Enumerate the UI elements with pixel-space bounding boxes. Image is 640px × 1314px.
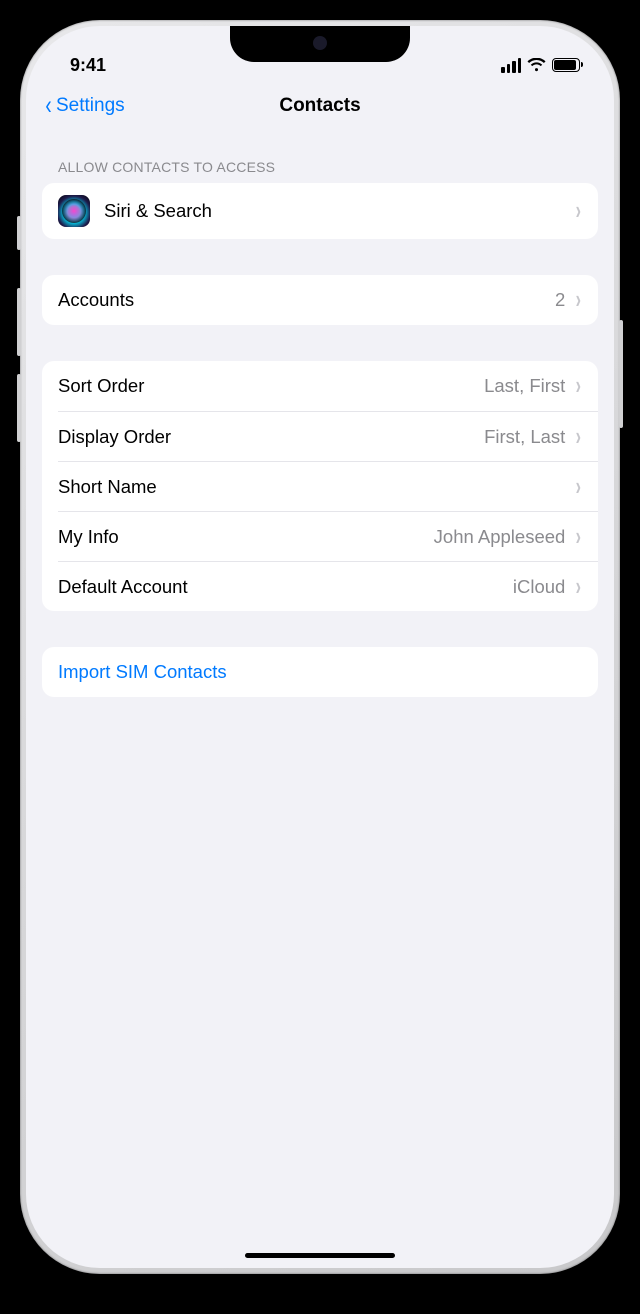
front-camera: [313, 36, 327, 50]
action-label: Import SIM Contacts: [58, 661, 582, 683]
chevron-right-icon: ›: [576, 574, 581, 600]
section-header-access: ALLOW CONTACTS TO ACCESS: [42, 133, 598, 183]
cell-label: Short Name: [58, 476, 565, 498]
cell-label: Default Account: [58, 576, 513, 598]
cell-value: iCloud: [513, 576, 565, 598]
cell-my-info[interactable]: My Info John Appleseed ›: [58, 511, 598, 561]
cell-value: 2: [555, 289, 565, 311]
cell-siri-search[interactable]: Siri & Search ›: [42, 183, 598, 239]
cell-label: Accounts: [58, 289, 555, 311]
chevron-right-icon: ›: [576, 373, 581, 399]
cell-label: Siri & Search: [104, 200, 575, 222]
cell-value: John Appleseed: [434, 526, 566, 548]
settings-content: ALLOW CONTACTS TO ACCESS Siri & Search ›…: [26, 133, 614, 697]
navigation-bar: ‹ Settings Contacts: [26, 82, 614, 133]
volume-down-button: [17, 374, 21, 442]
chevron-right-icon: ›: [576, 198, 581, 224]
chevron-right-icon: ›: [576, 287, 581, 313]
cell-accounts[interactable]: Accounts 2 ›: [42, 275, 598, 325]
siri-icon: [58, 195, 90, 227]
chevron-right-icon: ›: [576, 524, 581, 550]
cell-label: Sort Order: [58, 375, 484, 397]
cell-short-name[interactable]: Short Name ›: [58, 461, 598, 511]
cell-import-sim[interactable]: Import SIM Contacts: [42, 647, 598, 697]
cell-group-accounts: Accounts 2 ›: [42, 275, 598, 325]
screen: 9:41 ‹ Settings Contacts ALLOW CON: [26, 26, 614, 1268]
cell-default-account[interactable]: Default Account iCloud ›: [58, 561, 598, 611]
cell-value: First, Last: [484, 426, 565, 448]
cell-group-import: Import SIM Contacts: [42, 647, 598, 697]
cell-value: Last, First: [484, 375, 565, 397]
chevron-left-icon: ‹: [45, 92, 51, 119]
status-icons: [501, 58, 580, 73]
battery-icon: [552, 58, 580, 72]
notch: [230, 26, 410, 62]
wifi-icon: [527, 58, 546, 73]
cell-sort-order[interactable]: Sort Order Last, First ›: [42, 361, 598, 411]
cell-group-access: Siri & Search ›: [42, 183, 598, 239]
home-indicator[interactable]: [245, 1253, 395, 1258]
back-label: Settings: [56, 95, 125, 117]
chevron-right-icon: ›: [576, 424, 581, 450]
silence-switch: [17, 216, 21, 250]
power-button: [619, 320, 623, 428]
volume-up-button: [17, 288, 21, 356]
status-time: 9:41: [70, 55, 106, 76]
cell-label: Display Order: [58, 426, 484, 448]
cell-display-order[interactable]: Display Order First, Last ›: [58, 411, 598, 461]
cellular-signal-icon: [501, 58, 521, 73]
cell-label: My Info: [58, 526, 434, 548]
cell-group-settings: Sort Order Last, First › Display Order F…: [42, 361, 598, 611]
iphone-frame: 9:41 ‹ Settings Contacts ALLOW CON: [20, 20, 620, 1274]
page-title: Contacts: [279, 95, 360, 117]
back-button[interactable]: ‹ Settings: [44, 92, 125, 119]
chevron-right-icon: ›: [576, 474, 581, 500]
